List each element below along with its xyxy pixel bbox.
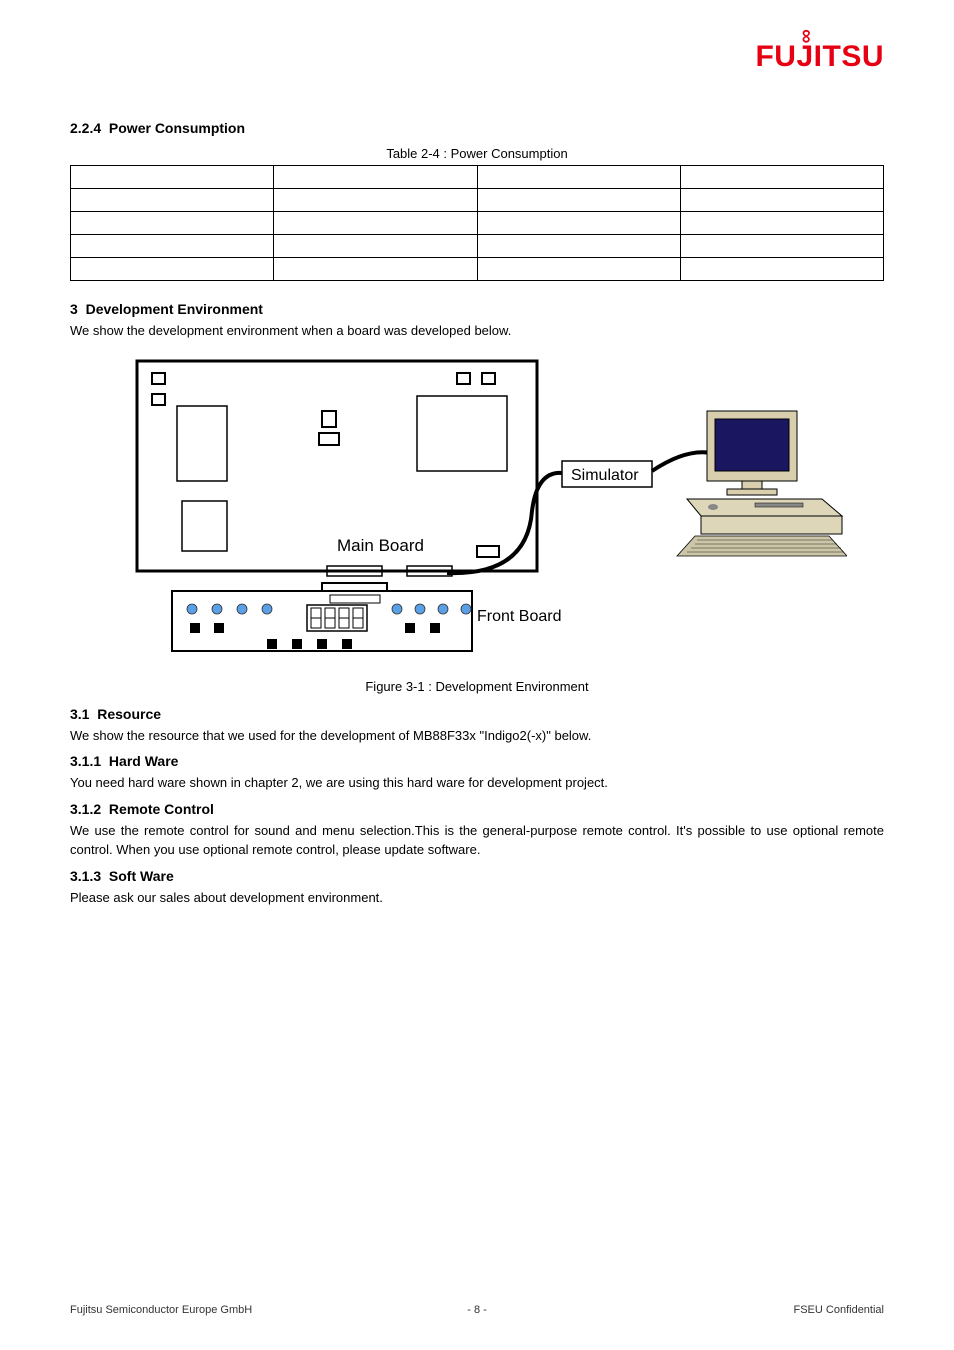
power-consumption-table: [70, 165, 884, 281]
body-text: We show the development environment when…: [70, 321, 884, 341]
section-heading: Soft Ware: [109, 868, 174, 884]
footer-page-number: - 8 -: [467, 1304, 487, 1316]
section-software: 3.1.3 Soft Ware: [70, 868, 884, 884]
section-remote-control: 3.1.2 Remote Control: [70, 801, 884, 817]
section-number: 3.1.1: [70, 753, 101, 769]
section-heading: Hard Ware: [109, 753, 179, 769]
table-row: [71, 212, 884, 235]
dev-env-diagram: Main Board: [107, 351, 847, 671]
section-heading: Resource: [97, 706, 161, 722]
table-row: [71, 235, 884, 258]
body-text: You need hard ware shown in chapter 2, w…: [70, 773, 884, 793]
body-text: Please ask our sales about development e…: [70, 888, 884, 908]
body-text: We use the remote control for sound and …: [70, 821, 884, 860]
section-number: 3: [70, 301, 78, 317]
section-hardware: 3.1.1 Hard Ware: [70, 753, 884, 769]
footer-right: FSEU Confidential: [794, 1304, 885, 1316]
section-heading: Remote Control: [109, 801, 214, 817]
table-row: [71, 189, 884, 212]
table-row: [71, 258, 884, 281]
section-resource: 3.1 Resource: [70, 706, 884, 722]
body-text: We show the resource that we used for th…: [70, 726, 884, 746]
section-heading: Development Environment: [86, 301, 263, 317]
section-number: 2.2.4: [70, 120, 101, 136]
front-board-label: Front Board: [477, 608, 561, 625]
section-number: 3.1.2: [70, 801, 101, 817]
section-power-consumption: 2.2.4 Power Consumption: [70, 120, 884, 136]
main-board-label: Main Board: [337, 536, 424, 555]
section-number: 3.1: [70, 706, 89, 722]
simulator-label: Simulator: [571, 467, 639, 484]
figure-caption: Figure 3-1 : Development Environment: [70, 679, 884, 694]
section-heading: Power Consumption: [109, 120, 245, 136]
section-number: 3.1.3: [70, 868, 101, 884]
table-caption: Table 2-4 : Power Consumption: [70, 146, 884, 161]
page-footer: Fujitsu Semiconductor Europe GmbH - 8 - …: [70, 1304, 884, 1316]
footer-left: Fujitsu Semiconductor Europe GmbH: [70, 1304, 252, 1316]
table-row: [71, 166, 884, 189]
fujitsu-logo: FUJITSU: [755, 40, 884, 74]
section-dev-env: 3 Development Environment: [70, 301, 884, 317]
